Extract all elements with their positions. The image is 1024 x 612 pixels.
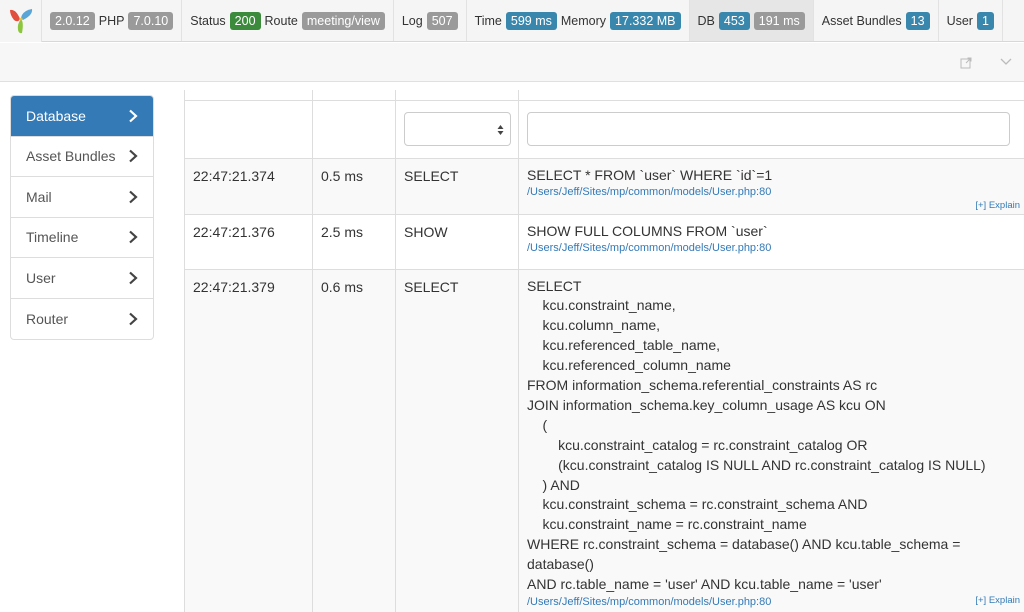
route-badge: meeting/view	[301, 11, 385, 30]
asset-label: Asset Bundles	[821, 13, 902, 28]
log-count-badge: 507	[426, 11, 458, 30]
time-cell: 22:47:21.376	[184, 213, 313, 270]
chevron-right-icon	[129, 190, 138, 204]
user-count-badge: 1	[976, 11, 994, 30]
trace-link[interactable]: /Users/Jeff/Sites/mp/common/models/User.…	[527, 595, 1016, 609]
chevron-right-icon	[129, 312, 138, 326]
type-cell: SELECT	[395, 157, 519, 215]
time-label: Time	[474, 13, 502, 28]
status-badge: 200	[229, 11, 261, 30]
explain-link[interactable]: [+] Explain	[975, 196, 1020, 216]
db-block[interactable]: DB 453 191 ms	[689, 0, 814, 41]
header-cell[interactable]	[518, 90, 1024, 101]
chevron-right-icon	[129, 109, 138, 123]
log-block[interactable]: Log 507	[394, 0, 467, 41]
db-time-badge: 191 ms	[753, 11, 805, 30]
sidebar-item-database[interactable]: Database	[11, 96, 153, 137]
query-filter-input[interactable]	[527, 112, 1010, 146]
duration-cell: 0.5 ms	[312, 157, 396, 215]
yii-version-badge: 2.0.12	[50, 11, 95, 30]
time-badge: 599 ms	[505, 11, 557, 30]
version-block[interactable]: 2.0.12 PHP 7.0.10	[42, 0, 183, 41]
duration-cell: 2.5 ms	[312, 213, 396, 270]
filter-cell	[395, 99, 519, 159]
query-cell: SELECT * FROM `user` WHERE `id`=1 /Users…	[518, 157, 1024, 216]
table-row: 22:47:21.374 0.5 ms SELECT SELECT * FROM…	[184, 157, 1024, 216]
sidebar-item-asset-bundles[interactable]: Asset Bundles	[11, 137, 153, 177]
queries-panel: 22:47:21.374 0.5 ms SELECT SELECT * FROM…	[184, 90, 1024, 612]
sidebar-item-label: Router	[26, 310, 69, 327]
filter-cell	[518, 99, 1024, 159]
yii-logo-icon	[9, 9, 32, 34]
php-version-badge: 7.0.10	[128, 11, 174, 30]
queries-table: 22:47:21.374 0.5 ms SELECT SELECT * FROM…	[184, 90, 1024, 612]
sidebar-item-timeline[interactable]: Timeline	[11, 218, 153, 258]
route-label: Route	[264, 13, 298, 28]
sidebar-item-label: Database	[26, 107, 86, 124]
status-label: Status	[190, 13, 226, 28]
sidebar-item-mail[interactable]: Mail	[11, 177, 153, 218]
query-text: SELECT * FROM `user` WHERE `id`=1	[527, 166, 773, 183]
request-block[interactable]: Status 200 Route meeting/view	[182, 0, 394, 41]
toolbar-actions-bar	[0, 43, 1024, 82]
duration-cell: 0.6 ms	[312, 268, 396, 612]
query-cell: SHOW FULL COLUMNS FROM `user` /Users/Jef…	[518, 213, 1024, 270]
user-block[interactable]: User 1	[939, 0, 1003, 41]
sidebar-item-user[interactable]: User	[11, 258, 153, 299]
debug-toolbar: 2.0.12 PHP 7.0.10 Status 200 Route meeti…	[0, 0, 1024, 42]
table-row: 22:47:21.376 2.5 ms SHOW SHOW FULL COLUM…	[184, 213, 1024, 270]
header-cell[interactable]	[184, 90, 313, 101]
header-cell[interactable]	[395, 90, 519, 101]
php-label: PHP	[98, 13, 125, 28]
time-cell: 22:47:21.379	[184, 268, 313, 612]
type-filter-select[interactable]	[404, 112, 511, 146]
yii-logo[interactable]	[0, 0, 42, 42]
asset-block[interactable]: Asset Bundles 13	[814, 0, 939, 41]
table-row: 22:47:21.379 0.6 ms SELECT SELECT kcu.co…	[184, 268, 1024, 612]
header-cell[interactable]	[312, 90, 396, 101]
trace-link[interactable]: /Users/Jeff/Sites/mp/common/models/User.…	[527, 241, 1016, 255]
memory-label: Memory	[560, 13, 607, 28]
query-text: SHOW FULL COLUMNS FROM `user`	[527, 222, 768, 239]
profiling-block[interactable]: Time 599 ms Memory 17.332 MB	[467, 0, 690, 41]
query-text: SELECT kcu.constraint_name, kcu.column_n…	[527, 277, 986, 593]
type-cell: SHOW	[395, 213, 519, 270]
chevron-right-icon	[129, 271, 138, 285]
filter-row	[184, 99, 1024, 159]
explain-link[interactable]: [+] Explain	[975, 591, 1020, 611]
sort-arrows-icon	[497, 125, 504, 135]
user-label: User	[946, 13, 973, 28]
sidebar-item-label: Timeline	[26, 229, 79, 246]
asset-count-badge: 13	[905, 11, 930, 30]
chevron-right-icon	[129, 230, 138, 244]
filter-cell	[184, 99, 313, 159]
table-header-row	[184, 90, 1024, 101]
time-cell: 22:47:21.374	[184, 157, 313, 215]
db-count-badge: 453	[718, 11, 750, 30]
type-cell: SELECT	[395, 268, 519, 612]
db-label: DB	[697, 13, 715, 28]
sidebar-item-label: Asset Bundles	[26, 148, 116, 165]
sidebar-item-label: Mail	[26, 188, 52, 205]
panel-nav: Database Asset Bundles Mail Timeline Use…	[10, 95, 154, 340]
query-cell: SELECT kcu.constraint_name, kcu.column_n…	[518, 268, 1024, 612]
external-link-icon[interactable]	[960, 57, 972, 69]
log-label: Log	[401, 13, 423, 28]
trace-link[interactable]: /Users/Jeff/Sites/mp/common/models/User.…	[527, 185, 1016, 199]
chevron-right-icon	[129, 149, 138, 163]
sidebar-item-router[interactable]: Router	[11, 299, 153, 340]
sidebar-item-label: User	[26, 269, 56, 286]
chevron-down-icon[interactable]	[1000, 57, 1012, 67]
filter-cell	[312, 99, 396, 159]
memory-badge: 17.332 MB	[610, 11, 681, 30]
